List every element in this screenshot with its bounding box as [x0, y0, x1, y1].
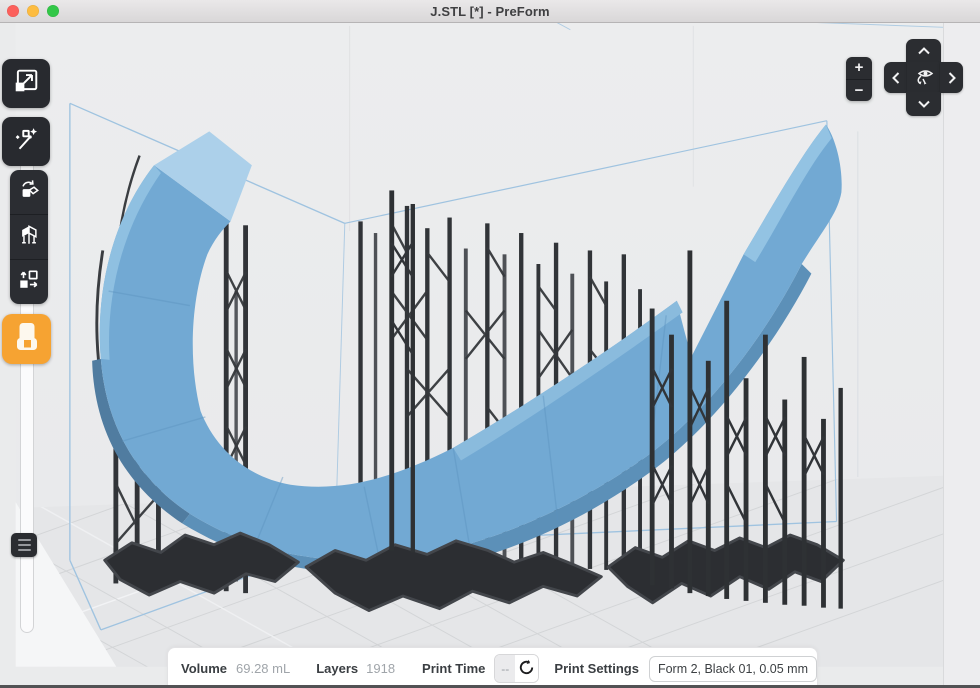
right-panel-strip: [943, 22, 980, 688]
one-click-print-tool-button[interactable]: [2, 117, 50, 166]
refresh-print-time-button[interactable]: [515, 655, 538, 682]
layer-slider-handle[interactable]: [11, 533, 37, 557]
print-settings-label: Print Settings: [554, 661, 639, 676]
supports-icon: [18, 224, 40, 251]
supports-tool-button[interactable]: [10, 214, 48, 259]
status-bar: Volume 69.28 mL Layers 1918 Print Time -…: [167, 647, 818, 688]
pan-up-button[interactable]: [906, 39, 941, 63]
size-tool-button[interactable]: [2, 59, 50, 108]
toolbar: [2, 59, 51, 364]
pan-right-button[interactable]: [940, 62, 963, 93]
viewport-3d[interactable]: [0, 22, 980, 688]
zoom-control: + −: [846, 57, 872, 101]
volume-label: Volume: [181, 661, 227, 676]
volume-value: 69.28 mL: [236, 661, 290, 676]
orbit-view-button[interactable]: [907, 62, 940, 93]
zoom-in-button[interactable]: +: [846, 57, 872, 80]
magic-wand-icon: [13, 126, 39, 157]
tool-group: [10, 170, 48, 304]
print-time-value: --: [495, 655, 515, 682]
print-time-control: --: [494, 654, 539, 683]
resize-icon: [13, 68, 39, 99]
layers-value: 1918: [366, 661, 395, 676]
pan-down-button[interactable]: [906, 92, 941, 116]
print-settings-selector[interactable]: Form 2, Black 01, 0.05 mm: [649, 656, 817, 682]
rotate-cube-icon: [18, 179, 40, 206]
layout-icon: [18, 269, 40, 296]
zoom-out-button[interactable]: −: [846, 80, 872, 102]
view-dpad: [884, 39, 963, 116]
refresh-icon: [518, 659, 535, 679]
titlebar: J.STL [*] - PreForm: [0, 0, 980, 23]
grip-lines-icon: [18, 539, 31, 541]
printer-icon: [12, 320, 42, 359]
layout-tool-button[interactable]: [10, 259, 48, 304]
window-title: J.STL [*] - PreForm: [0, 4, 980, 19]
print-time-label: Print Time: [422, 661, 485, 676]
orbit-eye-icon: [912, 66, 936, 90]
orientation-tool-button[interactable]: [10, 170, 48, 214]
print-button[interactable]: [2, 314, 51, 364]
viewport: + −: [0, 22, 980, 688]
layers-label: Layers: [316, 661, 358, 676]
pan-left-button[interactable]: [884, 62, 907, 93]
